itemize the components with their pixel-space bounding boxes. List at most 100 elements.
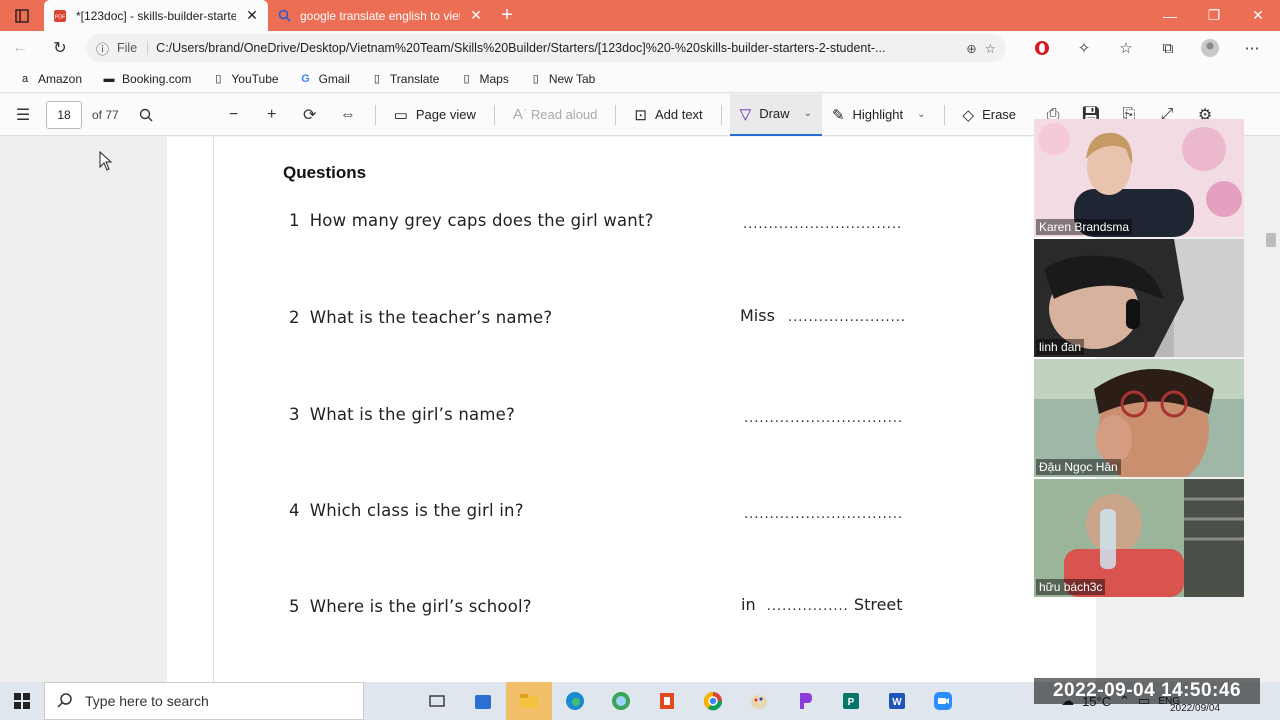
answer-line-2[interactable]: Miss ....................... (740, 306, 906, 325)
pdf-icon: PDF (52, 8, 68, 24)
back-icon[interactable]: ← (0, 31, 40, 65)
add-text-button[interactable]: ⊡ Add text (624, 94, 712, 136)
svg-text:W: W (892, 697, 902, 708)
divider (493, 104, 495, 125)
scrollbar-thumb[interactable] (1266, 233, 1276, 247)
question-2: 2 What is the teacher’s name? (289, 308, 553, 327)
favorites-icon[interactable]: ☆ (1108, 34, 1144, 62)
url-text[interactable]: C:/Users/brand/OneDrive/Desktop/Vietnam%… (156, 41, 958, 55)
contents-icon[interactable]: ☰ (4, 94, 42, 136)
tab-actions-icon[interactable] (0, 0, 44, 31)
favorite-add-icon[interactable]: ☆ (985, 41, 996, 56)
participant-name: hữu bách3c (1036, 579, 1106, 595)
answer-line-3[interactable]: ............................... (744, 407, 903, 426)
taskbar-search[interactable]: Type here to search (44, 682, 364, 720)
restore-icon[interactable]: ❐ (1192, 0, 1236, 31)
divider (943, 104, 945, 125)
tab-label: *[123doc] - skills-builder-starters-2 (76, 8, 236, 23)
zoom-icon[interactable]: ⊕ (966, 41, 976, 56)
bookmark-newtab[interactable]: ▯ New Tab (521, 72, 603, 86)
bookmarks-bar: a Amazon ▬ Booking.com ▯ YouTube G Gmail ▯ Tr… (0, 65, 1280, 93)
amazon-icon: a (21, 72, 29, 85)
office-icon[interactable] (644, 682, 690, 720)
draw-button[interactable]: ▽ Draw ⌄ (729, 93, 822, 136)
page-icon: ▯ (215, 73, 222, 85)
task-view-icon[interactable] (414, 682, 460, 720)
extensions-icon[interactable]: ✧ (1066, 34, 1102, 62)
zoom-in-icon[interactable]: + (253, 94, 291, 136)
erase-button[interactable]: ◇ Erase (953, 94, 1027, 136)
close-tab-icon[interactable]: ✕ (468, 7, 484, 24)
edge-icon[interactable] (552, 682, 598, 720)
search-icon (57, 692, 73, 711)
divider (720, 104, 722, 125)
answer-line-4[interactable]: ............................... (744, 503, 903, 522)
bookmark-youtube[interactable]: ▯ YouTube (203, 72, 286, 86)
recording-timestamp-overlay: 2022-09-04 14:50:46 (1034, 678, 1260, 704)
fit-page-icon[interactable]: ⇔ (329, 94, 367, 136)
file-explorer-icon[interactable] (506, 682, 552, 720)
eraser-icon: ◇ (962, 106, 975, 124)
participant-name: Karen Brandsma (1036, 219, 1133, 235)
question-3: 3 What is the girl’s name? (289, 405, 515, 424)
tab-strip: PDF *[123doc] - skills-builder-starters-… (0, 0, 1280, 31)
powerapp-icon[interactable] (782, 682, 828, 720)
chevron-down-icon[interactable]: ⌄ (917, 109, 925, 120)
add-text-icon: ⊡ (634, 106, 647, 124)
video-tile[interactable]: hữu bách3c (1034, 479, 1244, 597)
opera-icon[interactable] (1024, 34, 1060, 62)
bookmark-booking[interactable]: ▬ Booking.com (94, 72, 199, 86)
page-number-input[interactable]: 18 (46, 100, 82, 129)
tray-date[interactable]: 2022/09/04 (1170, 703, 1220, 714)
store-icon[interactable] (460, 682, 506, 720)
publisher-icon[interactable]: P (828, 682, 874, 720)
participant-name: Đậu Ngọc Hân (1036, 459, 1121, 475)
page-margin-line (213, 137, 214, 682)
search-placeholder: Type here to search (85, 693, 209, 709)
zoom-app-icon[interactable] (920, 682, 966, 720)
answer-line-5[interactable]: in ................ Street (741, 595, 903, 614)
browser-extensions: ✧ ☆ ⧉ ⋯ (1024, 34, 1270, 62)
video-panel: Karen Brandsma linh đan Đậu Ngọc Hân hữu… (1034, 119, 1245, 599)
bookmark-amazon[interactable]: a Amazon (10, 72, 90, 86)
minimize-icon[interactable]: — (1148, 0, 1192, 31)
video-tile[interactable]: linh đan (1034, 239, 1244, 357)
more-menu-icon[interactable]: ⋯ (1234, 34, 1270, 62)
svg-text:P: P (848, 697, 855, 708)
word-icon[interactable]: W (874, 682, 920, 720)
find-icon[interactable] (127, 94, 165, 136)
tab-translate[interactable]: google translate english to vietnam ✕ (268, 0, 492, 31)
bookmark-translate[interactable]: ▯ Translate (362, 72, 448, 86)
rotate-icon[interactable]: ⟳ (291, 94, 329, 136)
refresh-icon[interactable]: ↻ (40, 31, 80, 65)
chrome-icon[interactable] (690, 682, 736, 720)
answer-line-1[interactable]: ............................... (743, 213, 902, 232)
url-field[interactable]: ⓘ File C:/Users/brand/OneDrive/Desktop/V… (86, 34, 1006, 62)
collections-icon[interactable]: ⧉ (1150, 34, 1186, 62)
tab-pdf[interactable]: PDF *[123doc] - skills-builder-starters-… (44, 0, 268, 31)
info-icon[interactable]: ⓘ (96, 39, 109, 58)
bookmark-gmail[interactable]: G Gmail (291, 72, 358, 86)
paint-icon[interactable] (736, 682, 782, 720)
taskbar-apps: P W (414, 682, 966, 720)
search-icon (276, 8, 292, 24)
video-tile[interactable]: Đậu Ngọc Hân (1034, 359, 1244, 477)
page-view-button[interactable]: ▭ Page view (384, 94, 486, 136)
chevron-down-icon[interactable]: ⌄ (804, 108, 812, 119)
close-tab-icon[interactable]: ✕ (244, 7, 260, 24)
maps-icon[interactable] (598, 682, 644, 720)
windows-start-icon[interactable] (0, 682, 44, 720)
close-window-icon[interactable]: ✕ (1236, 0, 1280, 31)
questions-heading: Questions (283, 163, 367, 182)
zoom-out-icon[interactable]: − (215, 94, 253, 136)
read-aloud-icon: A͘ (512, 106, 523, 123)
video-tile[interactable]: Karen Brandsma (1034, 119, 1244, 237)
divider (374, 104, 376, 125)
bookmark-maps[interactable]: ▯ Maps (451, 72, 516, 86)
highlight-button[interactable]: ✎ Highlight ⌄ (822, 94, 936, 136)
tab-label: google translate english to vietnam (300, 8, 460, 23)
question-5: 5 Where is the girl’s school? (289, 597, 532, 616)
read-aloud-button[interactable]: A͘ Read aloud (503, 94, 608, 136)
profile-avatar[interactable] (1192, 34, 1228, 62)
new-tab-button[interactable]: + (492, 0, 522, 31)
